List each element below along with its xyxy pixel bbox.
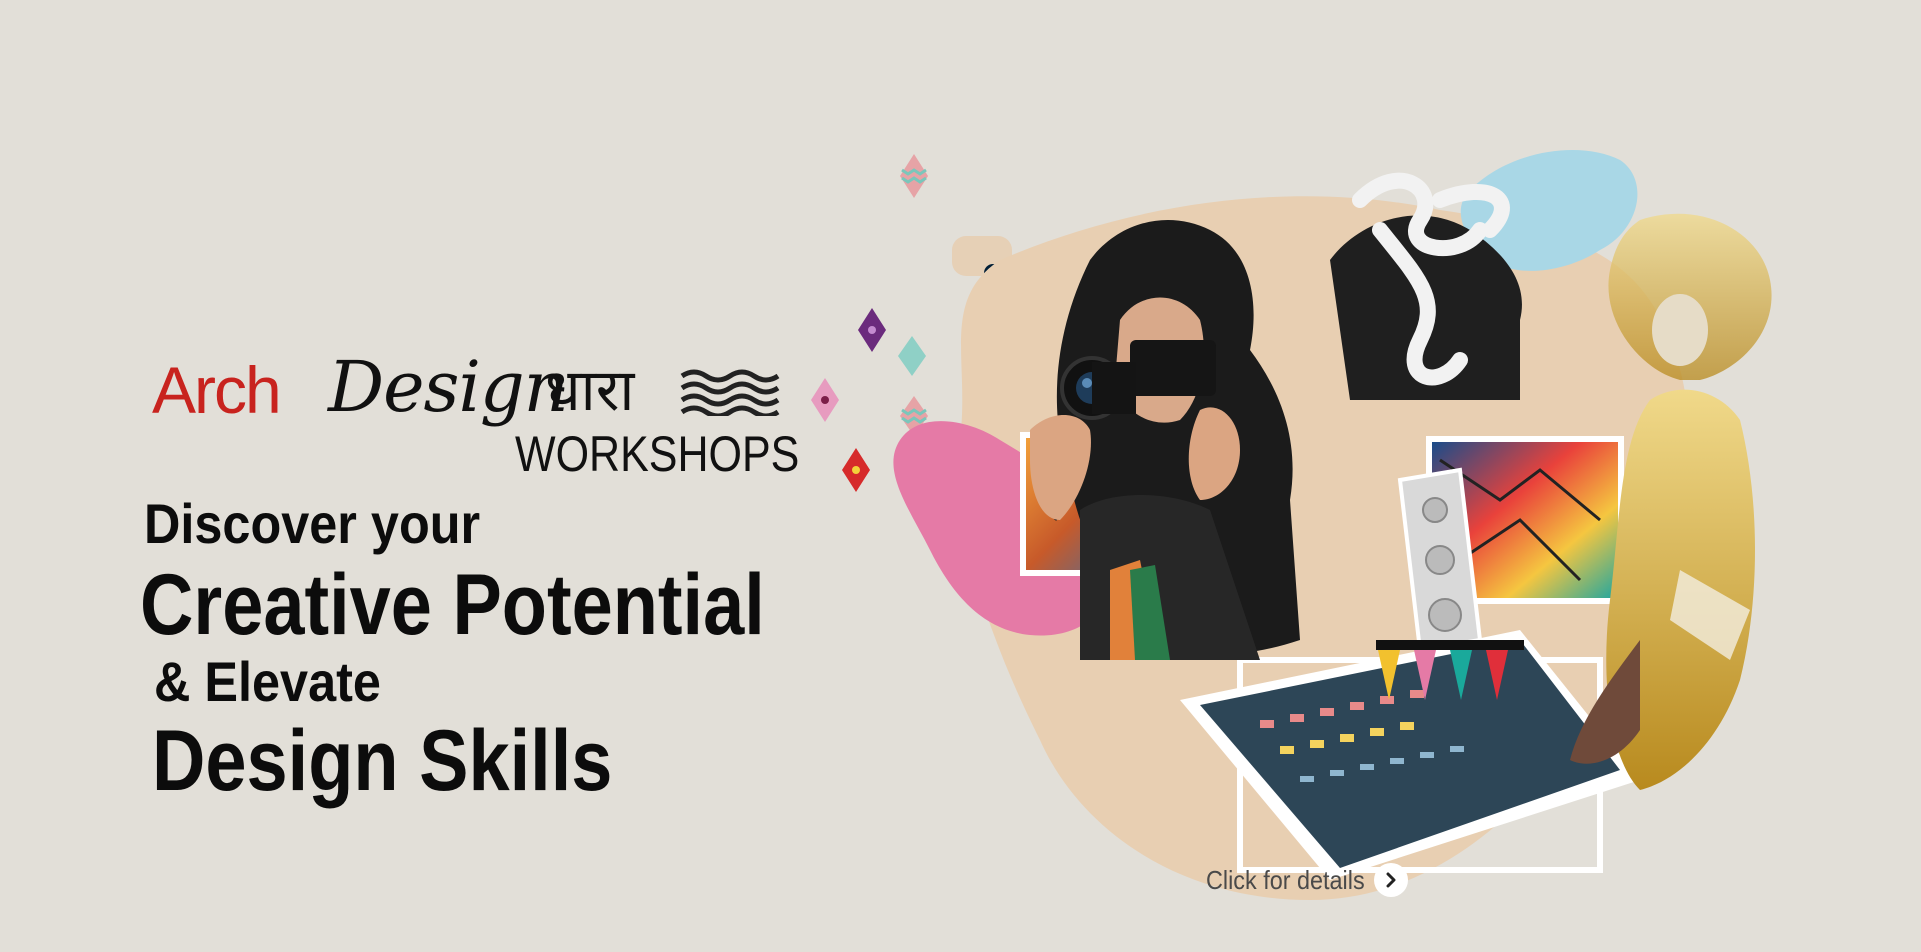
creative-collage-image [893, 150, 1772, 901]
details-link-label[interactable]: Click for details [1206, 865, 1365, 896]
waves-icon [680, 369, 780, 416]
red-diamond-icon [842, 448, 870, 492]
chevron-right-icon[interactable] [1374, 863, 1409, 897]
brand-arch: Arch [152, 353, 282, 427]
details-link[interactable]: Click for details [1206, 862, 1409, 898]
pink-diamond-icon [811, 378, 839, 422]
headline-line-3: & Elevate [154, 650, 381, 713]
brand-design: Design [328, 346, 569, 428]
headline-line-2: Creative Potential [140, 557, 765, 653]
headline-line-1: Discover your [144, 492, 481, 555]
brand-subtitle: WORKSHOPS [515, 426, 800, 482]
brand-dhara: धारा [545, 356, 635, 424]
headline-line-4: Design Skills [152, 713, 613, 809]
workshop-banner[interactable]: Arch Design धारा WORKSHOPS Discover your… [0, 0, 1921, 952]
